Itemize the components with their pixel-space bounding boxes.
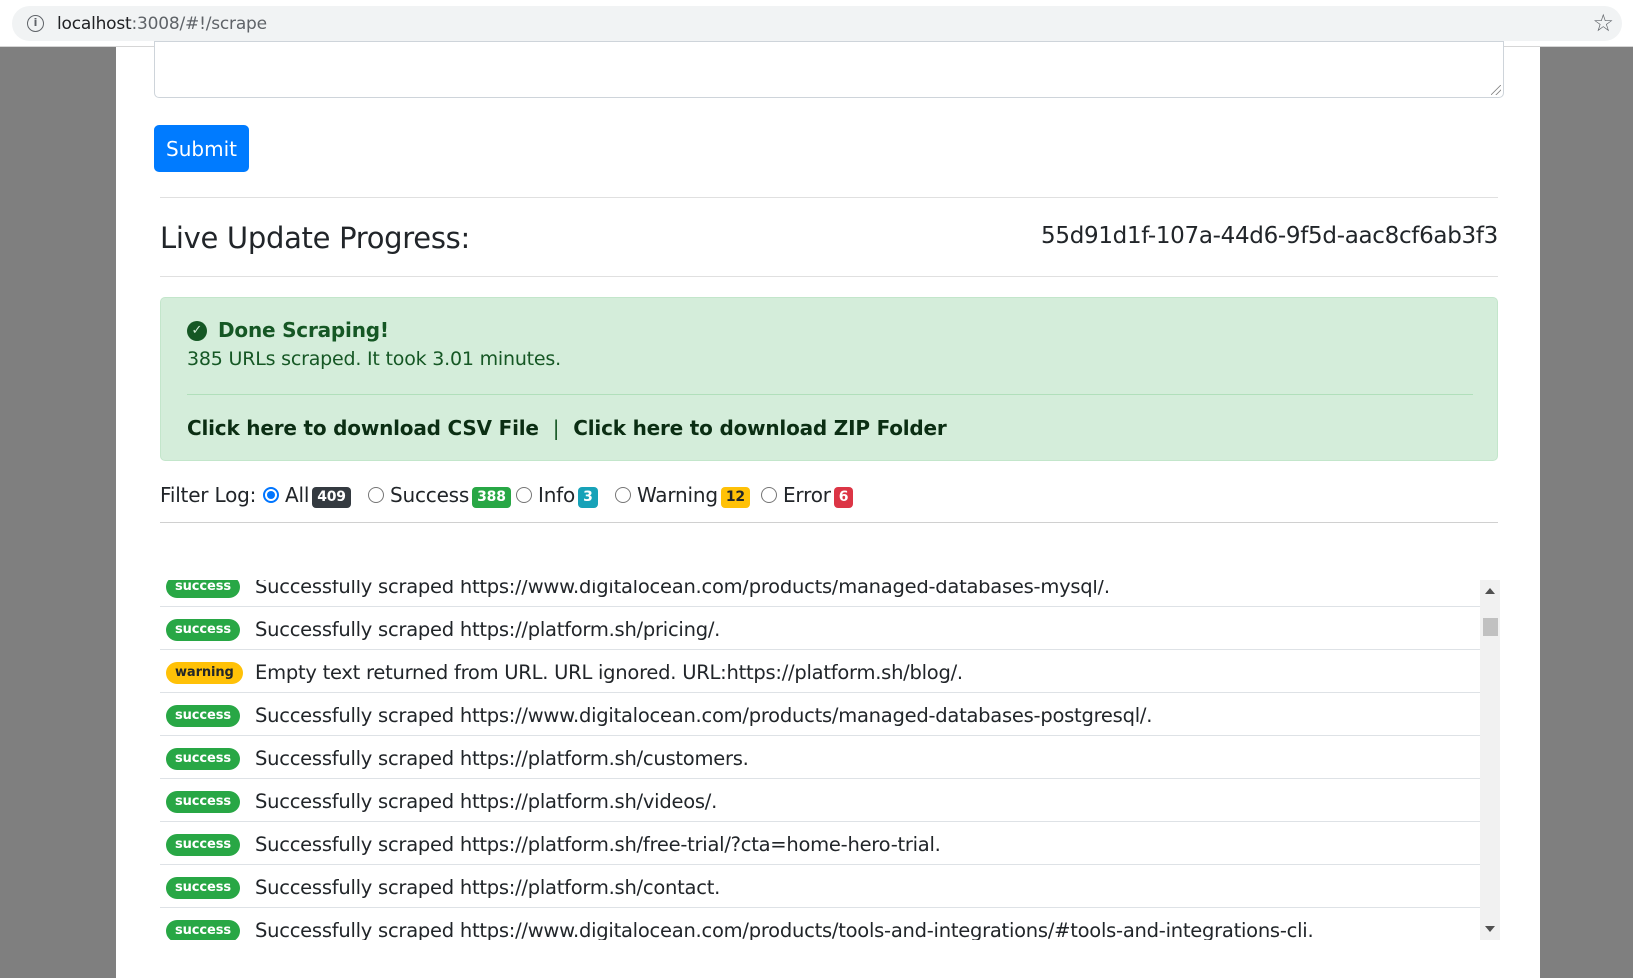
scroll-up-icon[interactable] <box>1485 588 1495 594</box>
log-row: success Successfully scraped https://pla… <box>160 779 1480 822</box>
log-level-badge: warning <box>166 662 243 684</box>
log-row: success Successfully scraped https://www… <box>160 693 1480 736</box>
radio-info[interactable] <box>516 487 532 503</box>
log-level-badge: success <box>166 580 240 598</box>
log-message: Successfully scraped https://platform.sh… <box>255 747 749 770</box>
log-message: Successfully scraped https://www.digital… <box>255 919 1314 940</box>
divider <box>160 276 1498 277</box>
alert-title: Done Scraping! <box>218 318 389 342</box>
log-row: success Successfully scraped https://www… <box>160 908 1480 940</box>
log-message: Successfully scraped https://platform.sh… <box>255 790 718 813</box>
divider <box>160 197 1498 198</box>
radio-error[interactable] <box>761 487 777 503</box>
page-container: Submit Live Update Progress: 55d91d1f-10… <box>116 41 1540 978</box>
check-circle-icon: ✓ <box>187 321 207 341</box>
job-id: 55d91d1f-107a-44d6-9f5d-aac8cf6ab3f3 <box>1041 223 1498 249</box>
alert-divider <box>187 394 1473 395</box>
filter-error-label: Error <box>783 483 831 507</box>
count-badge-all: 409 <box>312 487 351 508</box>
count-badge-error: 6 <box>833 487 854 508</box>
address-bar[interactable]: i localhost:3008/#!/scrape ☆ <box>12 6 1622 41</box>
filter-label: Filter Log: <box>160 483 257 507</box>
urls-textarea[interactable] <box>154 41 1504 98</box>
filter-success[interactable]: Success 388 <box>368 483 511 508</box>
radio-warning[interactable] <box>615 487 631 503</box>
success-alert: ✓ Done Scraping! 385 URLs scraped. It to… <box>160 297 1498 461</box>
count-badge-success: 388 <box>472 487 511 508</box>
log-scrollbar[interactable] <box>1480 580 1500 940</box>
log-row: success Successfully scraped https://pla… <box>160 865 1480 908</box>
log-level-badge: success <box>166 619 240 641</box>
log-level-badge: success <box>166 748 240 770</box>
radio-all[interactable] <box>263 487 279 503</box>
count-badge-warning: 12 <box>720 487 750 508</box>
download-links: Click here to download CSV File | Click he… <box>187 416 947 440</box>
filter-error[interactable]: Error 6 <box>761 483 854 508</box>
url-path: :3008/#!/scrape <box>131 14 268 34</box>
log-level-badge: success <box>166 705 240 727</box>
log-row: warning Empty text returned from URL. UR… <box>160 650 1480 693</box>
log-level-badge: success <box>166 834 240 856</box>
radio-success[interactable] <box>368 487 384 503</box>
log-panel[interactable]: success Successfully scraped https://www… <box>160 580 1500 940</box>
log-level-badge: success <box>166 920 240 940</box>
filter-info-label: Info <box>538 483 576 507</box>
log-message: Successfully scraped https://www.digital… <box>255 580 1110 598</box>
browser-toolbar: i localhost:3008/#!/scrape ☆ <box>0 0 1633 47</box>
log-message: Successfully scraped https://platform.sh… <box>255 833 941 856</box>
filter-success-label: Success <box>390 483 470 507</box>
submit-button[interactable]: Submit <box>154 125 249 172</box>
filter-all[interactable]: All 409 <box>263 483 351 508</box>
count-badge-info: 3 <box>578 487 598 508</box>
resize-grip-icon[interactable] <box>1491 85 1501 95</box>
url-text[interactable]: localhost:3008/#!/scrape <box>57 14 267 34</box>
log-row: success Successfully scraped https://pla… <box>160 736 1480 779</box>
log-row: success Successfully scraped https://pla… <box>160 822 1480 865</box>
bookmark-star-icon[interactable]: ☆ <box>1592 9 1614 37</box>
info-icon[interactable]: i <box>27 15 44 32</box>
filter-all-label: All <box>285 483 310 507</box>
log-level-badge: success <box>166 877 240 899</box>
log-message: Empty text returned from URL. URL ignore… <box>255 661 963 684</box>
log-list: success Successfully scraped https://www… <box>160 580 1480 940</box>
log-level-badge: success <box>166 791 240 813</box>
filter-info[interactable]: Info 3 <box>516 483 598 508</box>
log-row: success Successfully scraped https://www… <box>160 580 1480 607</box>
filter-warning-label: Warning <box>637 483 718 507</box>
url-host: localhost <box>57 14 132 34</box>
log-row: success Successfully scraped https://pla… <box>160 607 1480 650</box>
log-message: Successfully scraped https://platform.sh… <box>255 618 721 641</box>
link-separator: | <box>552 416 560 440</box>
filter-warning[interactable]: Warning 12 <box>615 483 750 508</box>
download-csv-link[interactable]: Click here to download CSV File <box>187 416 539 440</box>
log-message: Successfully scraped https://platform.sh… <box>255 876 721 899</box>
divider <box>160 522 1498 523</box>
section-title: Live Update Progress: <box>160 221 470 255</box>
download-zip-link[interactable]: Click here to download ZIP Folder <box>573 416 946 440</box>
alert-message: 385 URLs scraped. It took 3.01 minutes. <box>187 348 561 370</box>
scroll-down-icon[interactable] <box>1485 926 1495 932</box>
log-message: Successfully scraped https://www.digital… <box>255 704 1153 727</box>
scroll-thumb[interactable] <box>1483 618 1498 636</box>
